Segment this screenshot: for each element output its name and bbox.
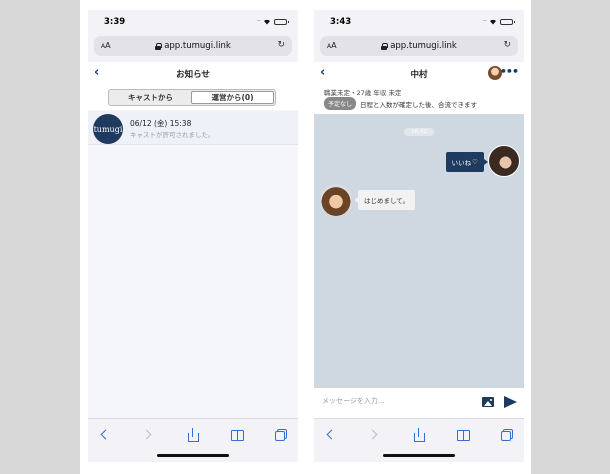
tabs-icon[interactable] [500,428,514,442]
tabs-icon[interactable] [274,428,288,442]
status-time: 3:39 [104,17,126,27]
text-size-button[interactable]: AA [327,41,337,50]
date-separator: 16:42 [404,128,434,136]
safari-toolbar [88,418,298,462]
reload-icon[interactable]: ↻ [503,40,511,50]
lock-icon [155,42,163,50]
lock-icon [381,42,389,50]
home-indicator [383,454,455,457]
nav-bar: ‹ お知らせ [88,62,298,84]
signal-icon: ···· [482,18,487,25]
share-icon[interactable] [412,428,426,442]
status-icons: ···· [482,18,515,25]
status-time: 3:43 [330,17,352,27]
segment-wrapper: キャストから 運営から(0) [88,84,298,110]
schedule-note: 日程と入数が確定した後、合流できます [360,100,478,109]
more-icon[interactable]: ••• [500,65,519,78]
heart-icon: ♡ [472,158,478,166]
battery-icon [274,18,289,25]
my-avatar[interactable] [488,145,520,177]
notice-list: キャストから 運営から(0) tumugi 06/12 (金) 15:38 キャ… [88,84,298,418]
chat-messages: 16:42 いいね ♡ はじめまして。 [314,114,524,388]
url-text[interactable]: app.tumugi.link [155,41,231,51]
wifi-icon [264,19,270,25]
like-message-bubble: いいね ♡ [445,152,489,172]
avatar: tumugi [93,114,123,144]
url-text[interactable]: app.tumugi.link [381,41,457,51]
bookmarks-icon[interactable] [456,428,470,442]
greeting-message-bubble: はじめまして。 [353,190,416,210]
wifi-icon [490,19,496,25]
chat-header: ‹ 中村 ••• 職業未定・27歳 年収 未定 予定なし 日程と入数が確定した後… [314,62,524,114]
tab-from-admin[interactable]: 運営から(0) [191,91,274,104]
reload-icon[interactable]: ↻ [277,40,285,50]
profile-info: 職業未定・27歳 年収 未定 [324,89,402,97]
partner-message-avatar[interactable] [320,184,352,216]
like-text: いいね [451,159,472,167]
notifications-screen: 3:39 ···· AA app.tumugi.link ↻ ‹ お知らせ キャ… [88,10,298,462]
message-input[interactable] [322,397,462,405]
schedule-row: 予定なし 日程と入数が確定した後、合流できます [324,97,477,110]
home-indicator [157,454,229,457]
signal-icon: ···· [256,18,261,25]
segmented-control: キャストから 運営から(0) [108,89,276,106]
status-bar: 3:39 ···· [88,10,298,34]
status-bar: 3:43 ···· [314,10,524,34]
list-item[interactable]: tumugi 06/12 (金) 15:38 キャストが許可されました。 [88,111,298,145]
tab-from-cast[interactable]: キャストから [110,91,191,104]
browser-back-icon[interactable] [98,428,112,442]
message-composer [314,388,524,418]
browser-forward-icon[interactable] [367,428,381,442]
battery-icon [500,18,515,25]
status-badge: 予定なし [324,97,357,110]
safari-toolbar [314,418,524,462]
send-icon[interactable] [504,396,517,408]
address-bar[interactable]: AA app.tumugi.link ↻ [94,36,292,56]
browser-forward-icon[interactable] [141,428,155,442]
share-icon[interactable] [186,428,200,442]
browser-back-icon[interactable] [324,428,338,442]
text-size-button[interactable]: AA [101,41,111,50]
image-icon[interactable] [482,397,494,407]
notice-message: キャストが許可されました。 [130,131,215,139]
chat-screen: 3:43 ···· AA app.tumugi.link ↻ ‹ 中村 ••• … [314,10,524,462]
address-bar[interactable]: AA app.tumugi.link ↻ [320,36,518,56]
status-icons: ···· [256,18,289,25]
page-title: お知らせ [176,70,210,80]
notice-date: 06/12 (金) 15:38 [130,119,192,128]
bookmarks-icon[interactable] [230,428,244,442]
